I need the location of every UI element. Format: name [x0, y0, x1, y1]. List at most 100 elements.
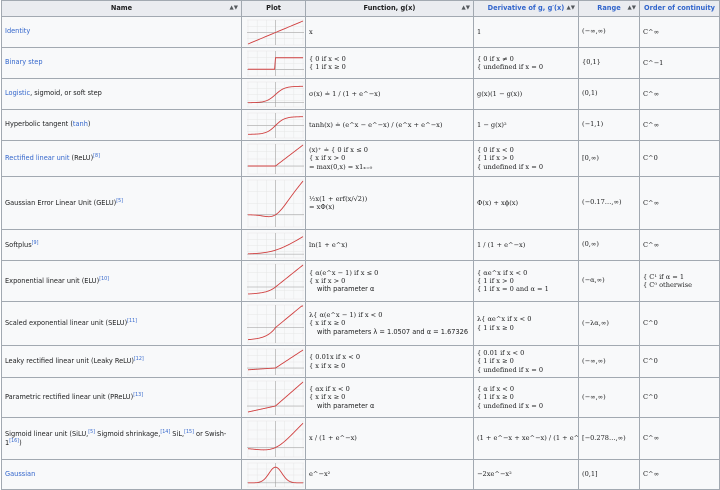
derivative-cell-line: { 1 if x ≥ 0	[477, 357, 514, 366]
derivative-cell: Φ(x) + xϕ(x)	[473, 176, 579, 230]
function-cell-line: with parameter α	[317, 285, 375, 294]
table-row: Leaky rectified linear unit (Leaky ReLU)…	[1, 345, 720, 378]
sort-icon[interactable]: ▲▼	[628, 5, 636, 11]
activation-name-cell: Hyperbolic tangent (tanh)	[1, 109, 242, 141]
activation-name-link[interactable]: Logistic	[5, 89, 30, 97]
leaky-plot	[247, 348, 304, 375]
activation-name-cell: Binary step	[1, 47, 242, 79]
continuity-cell-line: { C¹ if α = 1	[643, 272, 685, 281]
derivative-cell-line: { undefined if x = 0	[477, 401, 544, 410]
reference-link[interactable]: [11]	[127, 319, 137, 324]
reference-link[interactable]: [5]	[116, 199, 123, 204]
derivative-cell: { αe^x if x < 0{ 1 if x > 0{ 1 if x = 0 …	[473, 260, 579, 302]
activation-name-text: Leaky rectified linear unit (Leaky ReLU)	[5, 357, 134, 366]
derivative-cell: 1 / (1 + e^−x)	[473, 229, 579, 261]
silu-plot	[247, 420, 304, 457]
range-cell: (−∞,∞)	[578, 377, 640, 418]
reference-link[interactable]: [9]	[32, 241, 39, 246]
activation-name-cell: Gaussian Error Linear Unit (GELU)[5]	[1, 176, 242, 230]
activation-name-text: Sigmoid shrinkage,	[95, 429, 161, 438]
continuity-cell: C^0	[639, 345, 720, 378]
reference-link[interactable]: [10]	[99, 277, 109, 282]
sort-icon[interactable]: ▲▼	[230, 5, 238, 11]
continuity-cell: C^∞	[639, 176, 720, 230]
range-cell: [0,∞)	[578, 140, 640, 177]
activation-functions-table: Name ▲▼ Plot Function, g(x) ▲▼ Derivative …	[1, 0, 720, 490]
function-cell-line: { 0.01x if x < 0	[309, 353, 361, 362]
derivative-cell-line: 1 − g(x)²	[477, 120, 507, 129]
activation-name-cell: Gaussian	[1, 459, 242, 490]
derivative-cell: 1	[473, 16, 579, 48]
activation-name-link[interactable]: tanh	[73, 120, 88, 128]
function-cell-line: { x if x ≥ 0	[309, 393, 346, 402]
derivative-cell-line: g(x)(1 − g(x))	[477, 89, 523, 98]
derivative-cell-line: { undefined if x = 0	[477, 365, 544, 374]
activation-name-cell: Exponential linear unit (ELU)[10]	[1, 260, 242, 302]
derivative-cell-line: { αe^x if x < 0	[477, 268, 528, 277]
continuity-cell: C^∞	[639, 459, 720, 490]
derivative-cell-line: { 1 if x = 0 and α = 1	[477, 285, 549, 294]
table-row: Rectified linear unit (ReLU)[8] (x)⁺ ≐ { …	[1, 140, 720, 177]
function-cell-line: { 0 if x < 0	[309, 54, 346, 63]
derivative-cell-line: { α if x < 0	[477, 385, 515, 394]
function-cell-line: { x if x ≥ 0	[309, 319, 346, 328]
reference-link[interactable]: [12]	[134, 357, 144, 362]
continuity-cell-line: C^∞	[643, 120, 660, 129]
activation-name-link[interactable]: Gaussian	[5, 470, 35, 478]
function-cell-line: { α(e^x − 1) if x ≤ 0	[309, 268, 379, 277]
plot-cell	[241, 459, 306, 490]
reference-link[interactable]: [8]	[93, 154, 100, 159]
function-cell: { 0.01x if x < 0{ x if x ≥ 0	[305, 345, 474, 378]
table-body: Identity x 1 (−∞,∞) C^∞ Binary step{ 0 if x <…	[1, 16, 720, 490]
activation-name-link[interactable]: Rectified linear unit	[5, 154, 69, 163]
function-cell-line: σ(x) ≐ 1 / (1 + e^−x)	[309, 89, 381, 98]
column-header-derivative[interactable]: Derivative of g, g′(x) ▲▼	[473, 0, 579, 17]
derivative-cell-line: { 0 if x ≠ 0	[477, 54, 514, 63]
activation-name-text: Sigmoid linear unit (SiLU,	[5, 429, 89, 438]
plot-cell	[241, 260, 306, 302]
continuity-cell: C^∞	[639, 16, 720, 48]
table-row: Hyperbolic tangent (tanh) tanh(x) ≐ (e^x …	[1, 109, 720, 141]
derivative-cell-line: { 1 if x > 0	[477, 154, 514, 163]
step-plot	[247, 50, 304, 76]
activation-name-link[interactable]: Binary step	[5, 58, 43, 66]
activation-name-text: Scaled exponential linear unit (SELU)	[5, 319, 128, 328]
function-cell-line: λ{ α(e^x − 1) if x < 0	[309, 311, 383, 320]
activation-name-text: SiL,	[170, 429, 185, 438]
column-header-range[interactable]: Range ▲▼	[578, 0, 640, 17]
function-cell-line: x	[309, 27, 313, 36]
column-header-function[interactable]: Function, g(x) ▲▼	[305, 0, 474, 17]
plot-cell	[241, 140, 306, 177]
function-cell-line: { x if x > 0	[309, 154, 346, 163]
derivative-cell-line: { 1 if x ≥ 0	[477, 323, 514, 332]
continuity-cell-line: C^∞	[643, 240, 660, 249]
function-cell-line: { αx if x < 0	[309, 385, 350, 394]
function-cell-line: = max(0,x) = x1ₓ₌₀	[309, 162, 373, 171]
derivative-cell-line: { undefined if x = 0	[477, 63, 544, 71]
column-header-continuity[interactable]: Order of continuity	[639, 0, 720, 17]
reference-link[interactable]: [14]	[160, 430, 170, 435]
column-header-name[interactable]: Name ▲▼	[1, 0, 242, 17]
table-row: Gaussian Error Linear Unit (GELU)[5] ½x(1…	[1, 176, 720, 230]
function-cell-line: with parameters λ = 1.0507 and α = 1.673…	[317, 327, 469, 336]
continuity-cell-line: C^0	[643, 393, 658, 402]
sort-icon[interactable]: ▲▼	[567, 5, 575, 11]
range-cell: {0,1}	[578, 47, 640, 79]
derivative-cell: (1 + e^−x + xe^−x) / (1 + e^−x)²	[473, 417, 579, 460]
function-cell: (x)⁺ ≐ { 0 if x ≤ 0 { x if x > 0 = max(0…	[305, 140, 474, 177]
reference-link[interactable]: [13]	[133, 393, 143, 398]
reference-link[interactable]: [15]	[184, 430, 194, 435]
sort-icon[interactable]: ▲▼	[462, 5, 470, 11]
activation-name-cell: Identity	[1, 16, 242, 48]
function-cell-line: tanh(x) ≐ (e^x − e^−x) / (e^x + e^−x)	[309, 120, 443, 129]
continuity-cell: C^∞	[639, 417, 720, 460]
activation-name-link[interactable]: Identity	[5, 27, 30, 35]
function-cell-line: e^−x²	[309, 470, 331, 479]
continuity-cell-line: C^∞	[643, 198, 660, 207]
continuity-cell: C^0	[639, 301, 720, 346]
function-cell-line: ln(1 + e^x)	[309, 240, 348, 249]
function-cell: λ{ α(e^x − 1) if x < 0 { x if x ≥ 0 with …	[305, 301, 474, 346]
derivative-cell: −2xe^−x²	[473, 459, 579, 490]
activation-name-text: (ReLU)	[69, 154, 94, 163]
reference-link[interactable]: [16]	[9, 439, 19, 444]
